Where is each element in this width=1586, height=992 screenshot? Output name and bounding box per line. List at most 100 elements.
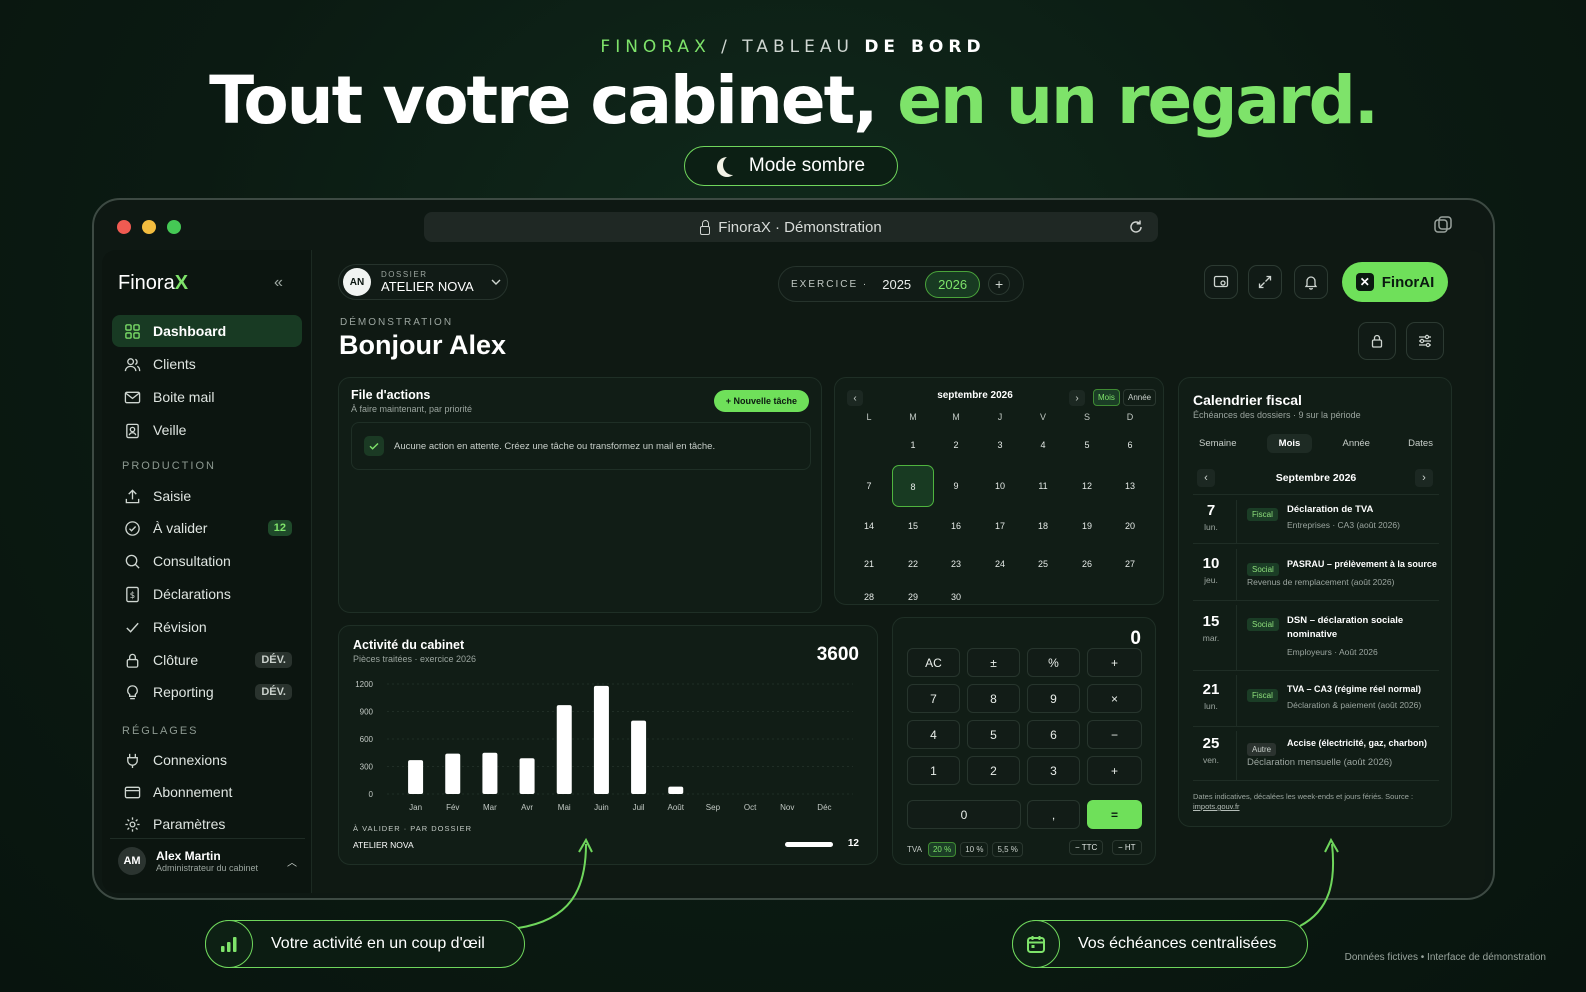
calendar-day[interactable]: 7: [859, 481, 879, 491]
calendar-day-selected[interactable]: 8: [892, 465, 934, 507]
calculator-key[interactable]: ±: [967, 648, 1020, 677]
view-year-toggle[interactable]: Année: [1123, 389, 1157, 406]
user-menu[interactable]: AM Alex Martin Administrateur du cabinet…: [110, 838, 305, 884]
sidebar-item-revision[interactable]: Révision: [112, 611, 302, 643]
lock-button[interactable]: [1358, 322, 1396, 360]
calendar-day[interactable]: 2: [946, 440, 966, 450]
sidebar-item-veille[interactable]: Veille: [112, 414, 302, 446]
calendar-day[interactable]: 3: [990, 440, 1010, 450]
dossier-selector[interactable]: AN DOSSIER ATELIER NOVA: [338, 264, 508, 300]
bar[interactable]: [519, 758, 535, 794]
tva-10-button[interactable]: 10 %: [960, 842, 989, 857]
bar[interactable]: [593, 685, 609, 794]
fiscal-next-button[interactable]: ›: [1415, 469, 1433, 487]
calculator-key[interactable]: 6: [1027, 720, 1080, 749]
list-item[interactable]: 21 lun. Fiscal TVA – CA3 (régime réel no…: [1193, 675, 1439, 727]
new-task-button[interactable]: + Nouvelle tâche: [713, 390, 809, 412]
window-minimize-button[interactable]: [142, 220, 156, 234]
chevron-up-icon[interactable]: ︿: [287, 854, 297, 869]
screen-button[interactable]: [1204, 265, 1238, 299]
calendar-day[interactable]: 16: [946, 521, 966, 531]
sidebar-item-saisie[interactable]: Saisie: [112, 480, 302, 512]
calculator-key[interactable]: 1: [907, 756, 960, 785]
list-item[interactable]: 25 ven. Autre Accise (électricité, gaz, …: [1193, 731, 1439, 781]
sidebar-item-abonnement[interactable]: Abonnement: [112, 776, 302, 808]
dark-mode-button[interactable]: Mode sombre: [684, 146, 898, 186]
calendar-day[interactable]: 25: [1033, 559, 1053, 569]
key-0[interactable]: 0: [907, 800, 1021, 829]
sidebar-item-connexions[interactable]: Connexions: [112, 744, 302, 776]
calendar-day[interactable]: 5: [1077, 440, 1097, 450]
calendar-day[interactable]: 26: [1077, 559, 1097, 569]
add-year-button[interactable]: +: [988, 273, 1011, 295]
calendar-day[interactable]: 13: [1120, 481, 1140, 491]
key-comma[interactable]: ,: [1027, 800, 1080, 829]
next-month-button[interactable]: ›: [1069, 390, 1085, 406]
reload-icon[interactable]: [1128, 219, 1144, 235]
year-2026-button[interactable]: 2026: [925, 270, 981, 298]
calculator-key[interactable]: ×: [1087, 684, 1142, 713]
tab-annee[interactable]: Année: [1334, 434, 1377, 453]
calendar-day[interactable]: 28: [859, 592, 879, 602]
calendar-day[interactable]: 23: [946, 559, 966, 569]
calculator-key[interactable]: %: [1027, 648, 1080, 677]
bar[interactable]: [445, 753, 461, 794]
ht-button[interactable]: − HT: [1112, 840, 1142, 855]
sidebar-item-cloture[interactable]: Clôture DÉV.: [112, 644, 302, 676]
notifications-button[interactable]: [1294, 265, 1328, 299]
key-equals[interactable]: =: [1087, 800, 1142, 829]
sidebar-item-reporting[interactable]: Reporting DÉV.: [112, 676, 302, 708]
calendar-day[interactable]: 4: [1033, 440, 1053, 450]
calculator-key[interactable]: 4: [907, 720, 960, 749]
bar[interactable]: [408, 760, 424, 794]
address-bar[interactable]: FinoraX · Démonstration: [424, 212, 1158, 242]
calendar-day[interactable]: 19: [1077, 521, 1097, 531]
calendar-day[interactable]: 10: [990, 481, 1010, 491]
calendar-day[interactable]: 12: [1077, 481, 1097, 491]
ttc-button[interactable]: − TTC: [1069, 840, 1104, 855]
collapse-sidebar-button[interactable]: «: [274, 274, 283, 292]
calculator-key[interactable]: 8: [967, 684, 1020, 713]
fullscreen-button[interactable]: [1248, 265, 1282, 299]
calculator-key[interactable]: −: [1087, 720, 1142, 749]
tva-5-button[interactable]: 5,5 %: [992, 842, 1023, 857]
tab-dates[interactable]: Dates: [1400, 434, 1441, 453]
calculator-key[interactable]: 5: [967, 720, 1020, 749]
calendar-day[interactable]: 30: [946, 592, 966, 602]
calendar-day[interactable]: 18: [1033, 521, 1053, 531]
list-item[interactable]: 7 lun. Fiscal Déclaration de TVA Entrepr…: [1193, 500, 1439, 544]
window-close-button[interactable]: [117, 220, 131, 234]
calculator-key[interactable]: +: [1087, 648, 1142, 677]
sidebar-item-a-valider[interactable]: À valider 12: [112, 512, 302, 544]
calculator-key[interactable]: +: [1087, 756, 1142, 785]
calendar-day[interactable]: 15: [903, 521, 923, 531]
tabs-overview-icon[interactable]: [1432, 214, 1454, 236]
calendar-day[interactable]: 9: [946, 481, 966, 491]
calculator-key[interactable]: 3: [1027, 756, 1080, 785]
tab-mois[interactable]: Mois: [1266, 434, 1313, 453]
sidebar-item-declarations[interactable]: $ Déclarations: [112, 578, 302, 610]
sidebar-item-parametres[interactable]: Paramètres: [112, 808, 302, 840]
calendar-day[interactable]: 24: [990, 559, 1010, 569]
tab-semaine[interactable]: Semaine: [1191, 434, 1245, 453]
view-month-toggle[interactable]: Mois: [1093, 389, 1120, 406]
calculator-key[interactable]: 7: [907, 684, 960, 713]
sidebar-item-dashboard[interactable]: Dashboard: [112, 315, 302, 347]
calendar-day[interactable]: 6: [1120, 440, 1140, 450]
calendar-day[interactable]: 27: [1120, 559, 1140, 569]
source-link[interactable]: impots.gouv.fr: [1193, 802, 1240, 811]
sidebar-item-clients[interactable]: Clients: [112, 348, 302, 380]
calendar-day[interactable]: 1: [903, 440, 923, 450]
calculator-key[interactable]: AC: [907, 648, 960, 677]
finorai-button[interactable]: ✕ FinorAI: [1342, 262, 1448, 302]
filters-button[interactable]: [1406, 322, 1444, 360]
list-item[interactable]: 10 jeu. Social PASRAU – prélèvement à la…: [1193, 549, 1439, 601]
bar[interactable]: [556, 705, 572, 794]
calendar-day[interactable]: 11: [1033, 481, 1053, 491]
sidebar-item-mail[interactable]: Boite mail: [112, 381, 302, 413]
calendar-day[interactable]: 20: [1120, 521, 1140, 531]
calendar-day[interactable]: 17: [990, 521, 1010, 531]
bar[interactable]: [482, 752, 498, 794]
sidebar-item-consultation[interactable]: Consultation: [112, 545, 302, 577]
calendar-day[interactable]: 21: [859, 559, 879, 569]
